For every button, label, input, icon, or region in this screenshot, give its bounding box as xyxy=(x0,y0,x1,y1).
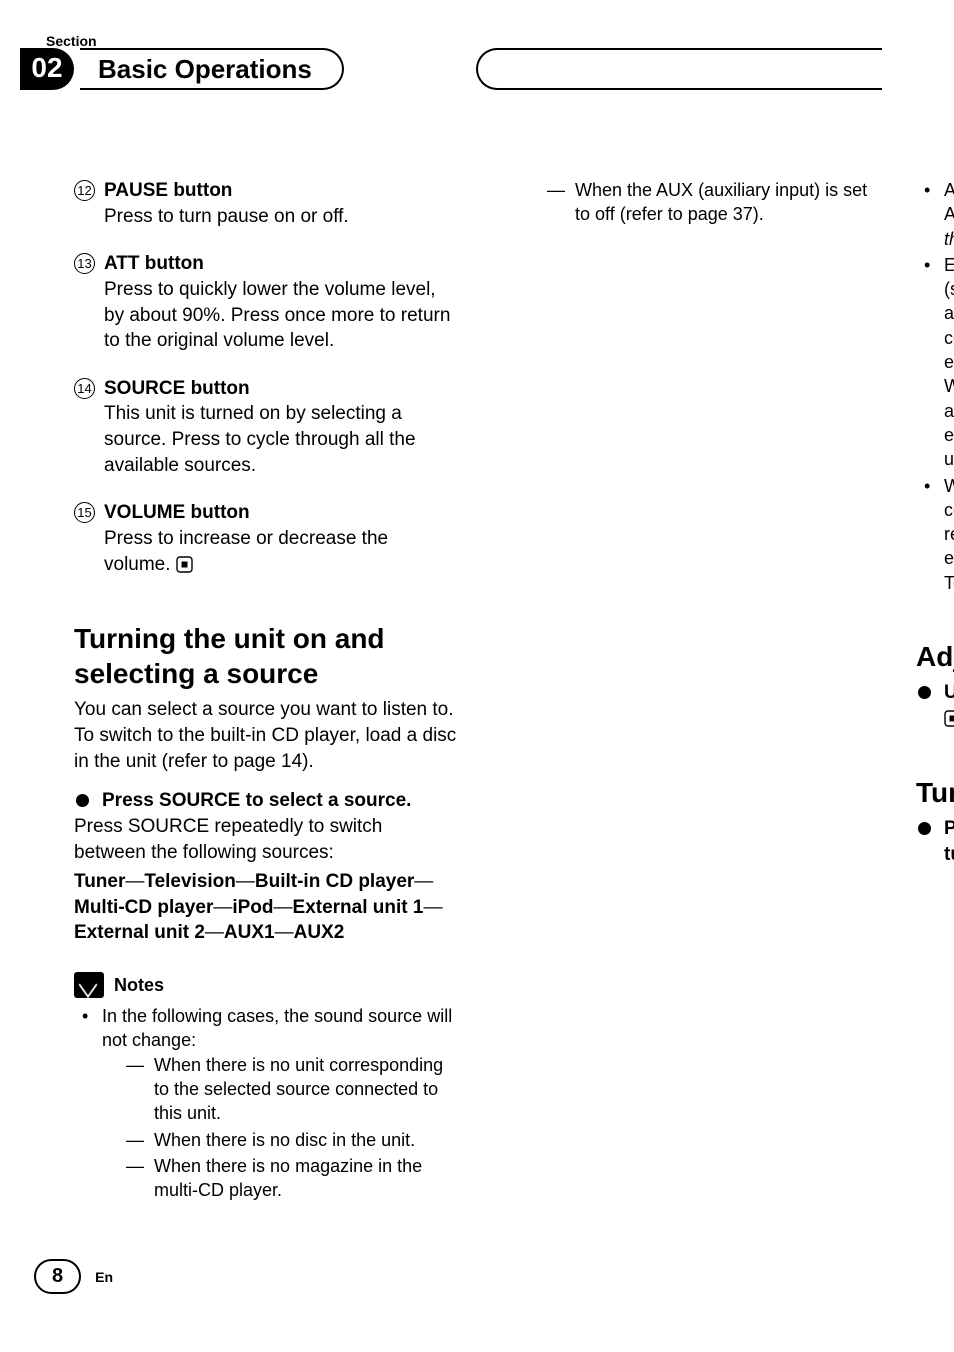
note-subitem: When there is no disc in the unit. xyxy=(126,1128,459,1152)
item-title: PAUSE button xyxy=(104,180,232,201)
section-number-badge: 02 xyxy=(20,48,74,90)
numbered-item-list: 12 PAUSE button Press to turn pause on o… xyxy=(74,178,459,577)
item-title: VOLUME button xyxy=(104,502,250,523)
heading-turning-off: Turning the unit off xyxy=(916,775,954,810)
heading-turning-on: Turning the unit on and selecting a sour… xyxy=(74,621,459,691)
item-title: SOURCE button xyxy=(104,378,250,399)
adjust-volume-line: Use VOLUME to adjust the sound level. xyxy=(916,680,954,731)
note-item: When this unit's blue/white lead is conn… xyxy=(920,474,954,595)
pencil-note-icon xyxy=(74,972,104,998)
item-volume: 15 VOLUME button Press to increase or de… xyxy=(74,500,459,577)
header-decorative-pill xyxy=(476,48,882,90)
turn-off-line: Press SOURCE and hold until the unit tur… xyxy=(916,816,954,867)
notes-label: Notes xyxy=(114,973,164,997)
circled-number-icon: 12 xyxy=(74,180,95,201)
press-source-repeat: Press SOURCE repeatedly to switch betwee… xyxy=(74,814,459,865)
chapter-title: Basic Operations xyxy=(80,48,344,90)
item-description: Press to turn pause on or off. xyxy=(104,206,349,227)
item-source: 14 SOURCE button This unit is turned on … xyxy=(74,376,459,479)
item-description: Press to quickly lower the volume level,… xyxy=(104,279,450,351)
circled-number-icon: 14 xyxy=(74,378,95,399)
item-title: ATT button xyxy=(104,253,204,274)
item-description: Press to increase or decrease the volume… xyxy=(104,528,388,575)
note-item: External unit refers to a Pioneer produc… xyxy=(920,253,954,472)
note-subitem: When the AUX (auxiliary input) is set to… xyxy=(547,178,880,227)
item-att: 13 ATT button Press to quickly lower the… xyxy=(74,251,459,354)
stop-icon xyxy=(944,710,954,727)
source-chain: Tuner—Television—Built-in CD player—Mult… xyxy=(74,869,459,946)
content-columns: 12 PAUSE button Press to turn pause on o… xyxy=(74,178,880,1222)
turning-on-intro: You can select a source you want to list… xyxy=(74,697,459,774)
item-description: This unit is turned on by selecting a so… xyxy=(104,403,416,475)
page-number: 8 xyxy=(34,1259,81,1294)
page-footer: 8 En xyxy=(34,1259,113,1294)
note-subitem: When there is no unit corresponding to t… xyxy=(126,1053,459,1126)
press-source-line: Press SOURCE to select a source. xyxy=(74,788,459,814)
heading-adjusting-volume: Adjusting the volume xyxy=(916,639,954,674)
stop-icon xyxy=(176,556,193,573)
language-code: En xyxy=(95,1268,113,1287)
note-subitem: When there is no magazine in the multi-C… xyxy=(126,1154,459,1203)
note-item: AUX1 is set to on by default. Turn off t… xyxy=(920,178,954,251)
circled-number-icon: 13 xyxy=(74,253,95,274)
item-pause: 12 PAUSE button Press to turn pause on o… xyxy=(74,178,459,229)
notes-header: Notes xyxy=(74,972,459,998)
circled-number-icon: 15 xyxy=(74,502,95,523)
